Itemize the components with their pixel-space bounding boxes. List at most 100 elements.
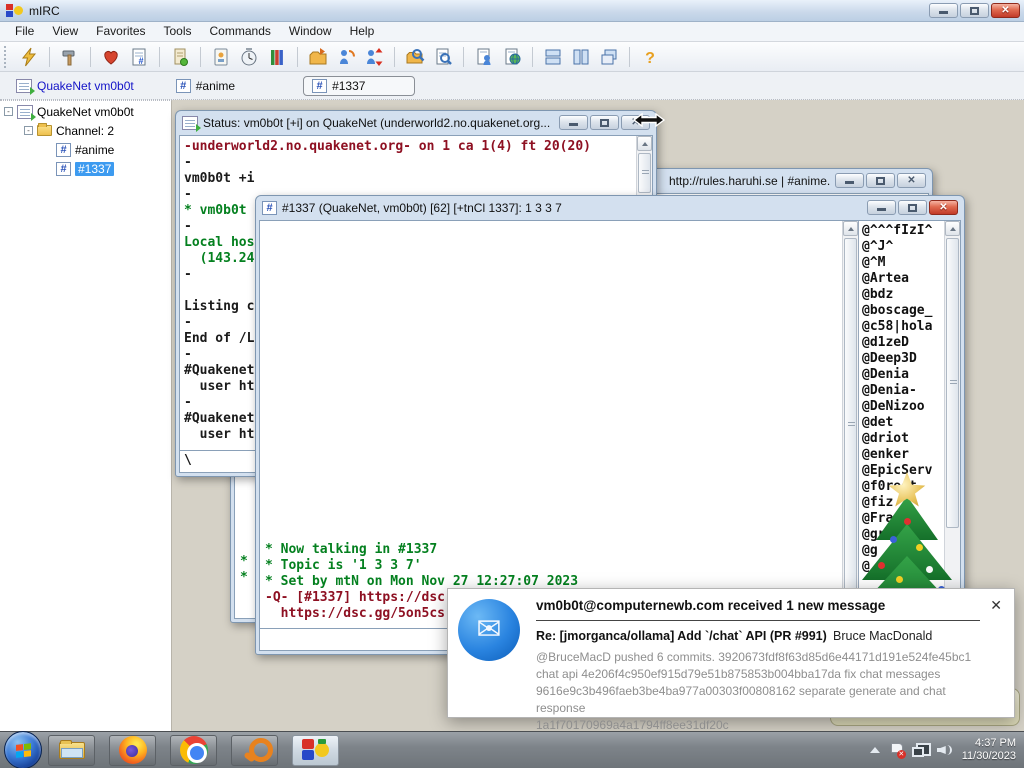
taskbar-mirc[interactable]: [292, 734, 339, 766]
dcc-send-icon[interactable]: [307, 46, 329, 68]
close-button[interactable]: ✕: [991, 3, 1020, 18]
nick-item[interactable]: @Deep3D: [862, 351, 944, 367]
close-button[interactable]: ✕: [929, 200, 958, 215]
tree-item-anime[interactable]: # #anime: [0, 141, 171, 158]
tree-item-channel-folder[interactable]: - Channel: 2: [0, 122, 171, 139]
channel-content: * Now talking in #1337 * Topic is '1 3 3 …: [259, 220, 961, 651]
thunderbird-notification[interactable]: ✉ vm0b0t@computernewb.com received 1 new…: [447, 588, 1015, 732]
taskbar-firefox[interactable]: [109, 734, 156, 766]
tile-horizontally-icon[interactable]: [542, 46, 564, 68]
text-scrollbar[interactable]: [842, 221, 858, 628]
tree-item-server[interactable]: - QuakeNet vm0b0t: [0, 103, 171, 121]
start-button[interactable]: [4, 731, 42, 768]
nick-item[interactable]: @boscage_: [862, 303, 944, 319]
system-tray: 4:37 PM 11/30/2023: [869, 737, 1024, 763]
nicklist-scrollbar[interactable]: [944, 221, 960, 626]
menu-favorites[interactable]: Favorites: [87, 22, 154, 41]
tray-expand-icon[interactable]: [869, 747, 880, 753]
dcc-chat-icon[interactable]: [335, 46, 357, 68]
minimize-button[interactable]: [929, 3, 958, 18]
notification-close-icon[interactable]: ✕: [990, 597, 1002, 614]
switchbar-tab-anime[interactable]: # #anime: [168, 77, 243, 95]
chat-line: * Now talking in #1337: [265, 542, 438, 557]
nick-item[interactable]: @driot: [862, 431, 944, 447]
help-icon[interactable]: ?: [639, 46, 661, 68]
minimize-button[interactable]: [867, 200, 896, 215]
address-book-icon[interactable]: [210, 46, 232, 68]
scroll-up-button[interactable]: [843, 221, 858, 236]
action-center-icon[interactable]: [889, 742, 906, 759]
nick-item[interactable]: @DeNizoo: [862, 399, 944, 415]
menu-commands[interactable]: Commands: [201, 22, 280, 41]
switchbar-tab-status[interactable]: QuakeNet vm0b0t: [8, 77, 142, 95]
nick-item[interactable]: @^M: [862, 255, 944, 271]
nick-item[interactable]: @det: [862, 415, 944, 431]
cascade-icon[interactable]: [598, 46, 620, 68]
minimize-button[interactable]: [559, 115, 588, 130]
nick-item[interactable]: @bdz: [862, 287, 944, 303]
nick-item[interactable]: @fiz: [862, 495, 944, 511]
nick-item[interactable]: @f0rest: [862, 479, 944, 495]
scroll-up-button[interactable]: [637, 136, 652, 151]
network-icon[interactable]: [911, 743, 931, 757]
volume-icon[interactable]: [937, 743, 953, 757]
maximize-button[interactable]: [590, 115, 619, 130]
nick-item[interactable]: @gr: [862, 527, 944, 543]
menu-window[interactable]: Window: [280, 22, 341, 41]
options-icon[interactable]: [59, 46, 81, 68]
nick-item[interactable]: @d1zeD: [862, 335, 944, 351]
maximize-button[interactable]: [866, 173, 895, 188]
nick-item[interactable]: @g: [862, 543, 944, 559]
timer-icon[interactable]: [238, 46, 260, 68]
nick-item[interactable]: @Fra: [862, 511, 944, 527]
scroll-thumb[interactable]: [844, 238, 857, 611]
scroll-thumb[interactable]: [638, 153, 651, 193]
scripts-editor-icon[interactable]: [169, 46, 191, 68]
collapse-icon[interactable]: -: [4, 107, 13, 116]
nick-item[interactable]: @c58|hola: [862, 319, 944, 335]
switchbar-tab-1337[interactable]: # #1337: [303, 75, 416, 96]
channels-list-icon[interactable]: #: [128, 46, 150, 68]
taskbar-search[interactable]: [231, 734, 278, 766]
tree-item-1337[interactable]: # #1337: [0, 160, 171, 177]
scroll-up-button[interactable]: [945, 221, 960, 236]
scroll-thumb[interactable]: [946, 238, 959, 528]
notify-list-icon[interactable]: [473, 46, 495, 68]
collapse-icon[interactable]: -: [24, 126, 33, 135]
close-button[interactable]: ✕: [897, 173, 926, 188]
status-titlebar[interactable]: Status: vm0b0t [+i] on QuakeNet (underwo…: [176, 111, 656, 134]
menu-tools[interactable]: Tools: [155, 22, 201, 41]
thunderbird-icon: ✉: [458, 599, 520, 661]
connect-icon[interactable]: [18, 46, 40, 68]
find-file-icon[interactable]: [404, 46, 426, 68]
tile-vertically-icon[interactable]: [570, 46, 592, 68]
nick-item[interactable]: @^^^fIzI^: [862, 223, 944, 239]
nick-item[interactable]: @^J^: [862, 239, 944, 255]
channel-titlebar[interactable]: # #1337 (QuakeNet, vm0b0t) [62] [+tnCl 1…: [256, 196, 964, 219]
dcc-voice-icon[interactable]: [363, 46, 385, 68]
channel-1337-window[interactable]: # #1337 (QuakeNet, vm0b0t) [62] [+tnCl 1…: [255, 195, 965, 655]
notification-body: @BruceMacD pushed 6 commits. 3920673fdf8…: [536, 649, 994, 734]
url-list-icon[interactable]: [501, 46, 523, 68]
favorites-icon[interactable]: [100, 46, 122, 68]
find-text-icon[interactable]: [432, 46, 454, 68]
bookshelf-icon[interactable]: [266, 46, 288, 68]
nick-item[interactable]: @Denia: [862, 367, 944, 383]
nick-item[interactable]: @EpicServ: [862, 463, 944, 479]
nick-item[interactable]: @: [862, 559, 944, 575]
clock[interactable]: 4:37 PM 11/30/2023: [962, 737, 1016, 763]
nick-item[interactable]: @enker: [862, 447, 944, 463]
menu-file[interactable]: File: [6, 22, 43, 41]
mirc-icon: [301, 739, 330, 761]
notification-subject[interactable]: Re: [jmorganca/ollama] Add `/chat` API (…: [536, 629, 827, 643]
maximize-button[interactable]: [960, 3, 989, 18]
taskbar-explorer[interactable]: [48, 734, 95, 766]
taskbar-chrome[interactable]: [170, 734, 217, 766]
menu-view[interactable]: View: [43, 22, 87, 41]
maximize-button[interactable]: [898, 200, 927, 215]
nick-item[interactable]: @Artea: [862, 271, 944, 287]
nick-item[interactable]: @Denia-: [862, 383, 944, 399]
notification-sender: Bruce MacDonald: [833, 629, 933, 643]
menu-help[interactable]: Help: [341, 22, 384, 41]
minimize-button[interactable]: [835, 173, 864, 188]
